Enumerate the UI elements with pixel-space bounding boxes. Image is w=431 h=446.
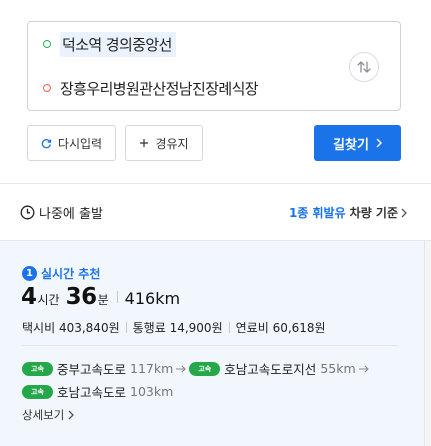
fuel-basis-text: 차량 기준 [349, 206, 398, 220]
start-point-field[interactable]: 덕소역 경의중앙선 [28, 22, 358, 66]
destination-field[interactable]: 장흥우리병원관산정남진장례식장 [28, 66, 358, 110]
highway-badge: 고속 [189, 361, 221, 376]
taxi-fare-value: 403,840원 [58, 321, 120, 335]
find-route-label: 길찾기 [333, 137, 369, 153]
toll-value: 14,900원 [169, 321, 223, 335]
chevron-right-icon [68, 410, 75, 420]
arrow-right-icon [358, 365, 369, 373]
card-divider [22, 345, 398, 346]
find-route-button[interactable]: 길찾기 [314, 125, 401, 161]
details-link[interactable]: 상세보기 [22, 407, 75, 423]
chevron-right-icon [376, 138, 382, 148]
travel-summary: 4 시간 36 분 416km [21, 284, 180, 310]
road-item: 고속 중부고속도로 117km [22, 359, 173, 378]
depart-later-button[interactable]: 나중에 출발 [20, 203, 103, 222]
travel-minutes: 36 [65, 284, 98, 310]
clock-icon [20, 205, 35, 220]
road-name: 호남고속도로지선 [224, 362, 317, 377]
depart-later-label: 나중에 출발 [39, 207, 103, 222]
add-waypoint-button[interactable]: 경유지 [125, 125, 203, 161]
destination-dot-icon [43, 84, 51, 92]
fuel-type-label: 1종 휘발유 [288, 206, 346, 220]
route-input-box: 덕소역 경의중앙선 장흥우리병원관산정남진장례식장 [27, 21, 401, 111]
chevron-right-icon [401, 208, 407, 218]
road-distance: 117km [130, 361, 174, 376]
separator [116, 291, 118, 303]
road-name: 호남고속도로 [57, 385, 127, 400]
add-waypoint-label: 경유지 [155, 136, 189, 151]
fuel-basis-selector[interactable]: 1종 휘발유 차량 기준 [289, 204, 407, 221]
road-line: 고속 중부고속도로 117km 고속 호남고속도로지선 55km [22, 358, 412, 379]
recommendation-badge: 1 실시간 추천 [22, 265, 100, 282]
scrollbar[interactable] [424, 241, 431, 446]
section-divider [0, 183, 431, 184]
arrow-right-icon [176, 365, 187, 373]
road-distance: 103km [130, 384, 174, 399]
toll-label: 통행료 [132, 321, 166, 335]
travel-distance: 416km [124, 289, 181, 308]
swap-vertical-icon [357, 61, 371, 73]
major-roads-list: 고속 중부고속도로 117km 고속 호남고속도로지선 55km 고속 호남고속… [22, 358, 412, 404]
road-line: 고속 호남고속도로 103km [22, 381, 412, 402]
highway-badge: 고속 [22, 384, 53, 399]
hours-unit: 시간 [37, 293, 60, 307]
reset-input-label: 다시입력 [57, 136, 103, 151]
road-distance: 55km [320, 361, 356, 376]
road-item: 고속 호남고속도로지선 55km [189, 359, 356, 378]
route-rank-badge: 1 [22, 266, 37, 281]
separator [228, 322, 230, 333]
plus-icon [139, 138, 149, 148]
refresh-icon [41, 138, 52, 149]
road-item: 고속 호남고속도로 103km [22, 382, 173, 401]
start-dot-icon [43, 40, 51, 48]
start-point-value[interactable]: 덕소역 경의중앙선 [60, 31, 176, 57]
highway-badge: 고속 [22, 361, 53, 376]
road-name: 중부고속도로 [57, 362, 127, 377]
recommendation-label: 실시간 추천 [41, 267, 101, 281]
swap-route-button[interactable] [349, 52, 379, 82]
reset-input-button[interactable]: 다시입력 [27, 125, 116, 161]
minutes-unit: 분 [97, 293, 109, 307]
travel-hours: 4 [21, 284, 37, 310]
taxi-fare-label: 택시비 [22, 321, 56, 335]
cost-summary: 택시비 403,840원 통행료 14,900원 연료비 60,618원 [22, 319, 326, 336]
fuel-cost-label: 연료비 [235, 321, 269, 335]
destination-value[interactable]: 장흥우리병원관산정남진장례식장 [60, 78, 259, 99]
separator [125, 322, 127, 333]
fuel-cost-value: 60,618원 [272, 321, 326, 335]
details-label: 상세보기 [22, 408, 65, 422]
